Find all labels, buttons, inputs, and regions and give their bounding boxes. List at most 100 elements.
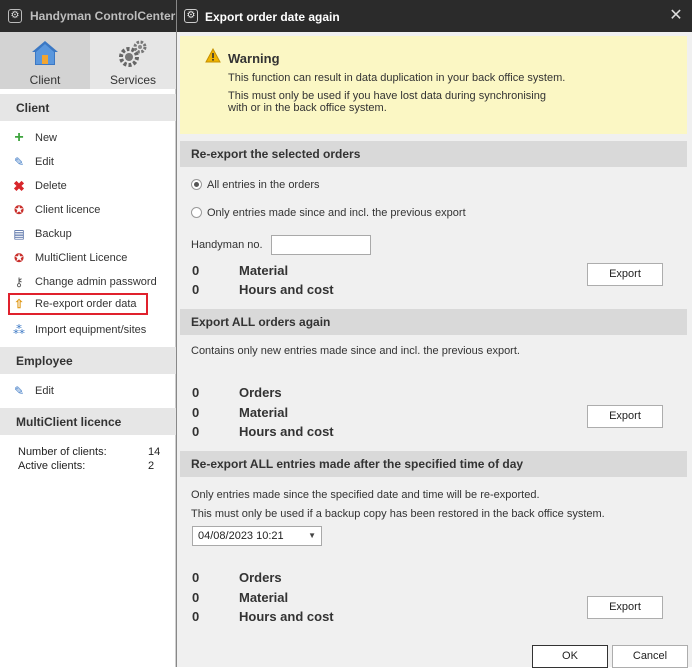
sidebar-item-change-admin-password[interactable]: ⚷ Change admin password bbox=[8, 271, 168, 293]
hours-label: Hours and cost bbox=[239, 424, 334, 439]
gears-icon bbox=[119, 40, 147, 67]
orders-label: Orders bbox=[239, 570, 282, 585]
sidebar-item-label: Edit bbox=[35, 385, 54, 397]
datetime-value: 04/08/2023 10:21 bbox=[198, 530, 284, 542]
radio-since-previous[interactable]: Only entries made since and incl. the pr… bbox=[191, 207, 466, 219]
group-reexport-after-time: Re-export ALL entries made after the spe… bbox=[180, 451, 687, 633]
sidebar-item-label: Import equipment/sites bbox=[35, 324, 147, 336]
warning-line-1: This function can result in data duplica… bbox=[228, 72, 566, 84]
chevron-down-icon: ▼ bbox=[308, 531, 316, 540]
section-client-header: Client bbox=[0, 94, 176, 121]
sidebar-item-reexport-order-data[interactable]: ⇧ Re-export order data bbox=[8, 293, 148, 315]
licence-icon: ✪ bbox=[13, 251, 25, 265]
group-export-all: Export ALL orders again Contains only ne… bbox=[180, 309, 687, 443]
app-titlebar: ⚙ Handyman ControlCenter bbox=[0, 0, 176, 32]
group-description: Contains only new entries made since and… bbox=[191, 345, 520, 357]
datetime-picker[interactable]: 04/08/2023 10:21 ▼ bbox=[192, 526, 322, 546]
export-all-button[interactable]: Export bbox=[587, 405, 663, 428]
edit-icon: ✎ bbox=[13, 384, 25, 398]
group-header: Re-export ALL entries made after the spe… bbox=[180, 451, 687, 477]
tab-services[interactable]: Services bbox=[90, 32, 176, 89]
app-title: Handyman ControlCenter bbox=[30, 9, 176, 23]
sidebar-item-client-licence[interactable]: ✪ Client licence bbox=[8, 199, 168, 221]
radio-all-entries[interactable]: All entries in the orders bbox=[191, 179, 320, 191]
section-multiclient-header: MultiClient licence bbox=[0, 408, 176, 435]
stat-label: Active clients: bbox=[18, 460, 86, 472]
sidebar-item-label: Client licence bbox=[35, 204, 101, 216]
stat-number-of-clients: Number of clients: 14 bbox=[18, 446, 168, 458]
warning-panel: Warning This function can result in data… bbox=[180, 36, 687, 134]
dialog-logo-icon: ⚙ bbox=[184, 9, 198, 23]
stat-label: Number of clients: bbox=[18, 446, 107, 458]
sidebar-item-label: Delete bbox=[35, 180, 67, 192]
delete-icon: ✖ bbox=[13, 178, 25, 194]
handyman-input[interactable] bbox=[271, 235, 371, 255]
stat-value: 2 bbox=[148, 460, 155, 472]
backup-icon: ▤ bbox=[13, 227, 25, 241]
hours-count: 0 bbox=[192, 424, 200, 439]
radio-dot-selected bbox=[191, 179, 202, 190]
material-count: 0 bbox=[192, 590, 200, 605]
sidebar-item-multiclient-licence[interactable]: ✪ MultiClient Licence bbox=[8, 247, 168, 269]
sidebar-item-employee-edit[interactable]: ✎ Edit bbox=[8, 380, 168, 402]
material-label: Material bbox=[239, 263, 289, 278]
radio-dot bbox=[191, 207, 202, 218]
import-icon: ⁂ bbox=[13, 323, 25, 337]
group-header: Re-export the selected orders bbox=[180, 141, 687, 167]
group-description-1: Only entries made since the specified da… bbox=[191, 489, 540, 501]
stat-active-clients: Active clients: 2 bbox=[18, 460, 168, 472]
sidebar-item-label: Edit bbox=[35, 156, 54, 168]
nav-tabs: Client Services bbox=[0, 32, 176, 89]
plus-icon: + bbox=[14, 129, 24, 146]
stat-value: 14 bbox=[148, 446, 161, 458]
tab-client-label: Client bbox=[29, 73, 61, 87]
dialog-titlebar: ⚙ Export order date again ✕ bbox=[177, 0, 692, 32]
sidebar-item-edit[interactable]: ✎ Edit bbox=[8, 151, 168, 173]
group-header: Export ALL orders again bbox=[180, 309, 687, 335]
house-icon bbox=[32, 41, 58, 65]
sidebar-item-backup[interactable]: ▤ Backup bbox=[8, 223, 168, 245]
sidebar-item-label: Backup bbox=[35, 228, 72, 240]
licence-icon: ✪ bbox=[13, 203, 25, 217]
radio-label: Only entries made since and incl. the pr… bbox=[207, 207, 466, 219]
export-selected-button[interactable]: Export bbox=[587, 263, 663, 286]
material-label: Material bbox=[239, 405, 289, 420]
orders-count: 0 bbox=[192, 385, 200, 400]
sidebar-item-label: Re-export order data bbox=[35, 298, 137, 310]
export-dialog: ⚙ Export order date again ✕ Warning This… bbox=[176, 0, 692, 668]
sidebar-item-new[interactable]: + New bbox=[8, 127, 168, 149]
hours-count: 0 bbox=[192, 282, 200, 297]
export-after-time-button[interactable]: Export bbox=[587, 596, 663, 619]
close-icon[interactable]: ✕ bbox=[667, 7, 685, 25]
sidebar-item-label: New bbox=[35, 132, 58, 144]
warning-line-2: This must only be used if you have lost … bbox=[228, 90, 546, 102]
cancel-button[interactable]: Cancel bbox=[612, 645, 688, 668]
edit-icon: ✎ bbox=[13, 155, 25, 169]
main-window: ⚙ Handyman ControlCenter Client Services… bbox=[0, 0, 176, 667]
radio-label: All entries in the orders bbox=[207, 179, 320, 191]
sidebar-item-label: Change admin password bbox=[35, 276, 157, 288]
sidebar-item-import-equipment[interactable]: ⁂ Import equipment/sites bbox=[8, 319, 168, 341]
orders-count: 0 bbox=[192, 570, 200, 585]
material-count: 0 bbox=[192, 405, 200, 420]
hours-label: Hours and cost bbox=[239, 609, 334, 624]
key-icon: ⚷ bbox=[14, 275, 24, 289]
material-label: Material bbox=[239, 590, 289, 605]
sidebar-item-label: MultiClient Licence bbox=[35, 252, 128, 264]
group-description-2: This must only be used if a backup copy … bbox=[191, 508, 605, 520]
tab-client[interactable]: Client bbox=[0, 32, 90, 89]
app-logo-icon: ⚙ bbox=[8, 9, 22, 23]
handyman-label: Handyman no. bbox=[191, 239, 263, 251]
warning-icon bbox=[205, 48, 221, 63]
sidebar-item-delete[interactable]: ✖ Delete bbox=[8, 175, 168, 197]
material-count: 0 bbox=[192, 263, 200, 278]
ok-button[interactable]: OK bbox=[532, 645, 608, 668]
export-icon: ⇧ bbox=[13, 297, 25, 311]
warning-line-3: with or in the back office system. bbox=[228, 102, 387, 114]
tab-services-label: Services bbox=[109, 73, 156, 87]
group-reexport-selected: Re-export the selected orders All entrie… bbox=[180, 141, 687, 303]
dialog-title: Export order date again bbox=[205, 10, 340, 24]
hours-count: 0 bbox=[192, 609, 200, 624]
hours-label: Hours and cost bbox=[239, 282, 334, 297]
orders-label: Orders bbox=[239, 385, 282, 400]
